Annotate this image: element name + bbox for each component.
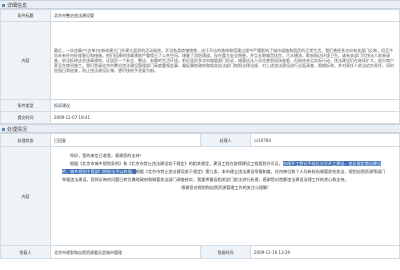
reply-time-label: 答复时间 [200, 245, 251, 259]
reply-greeting: 你好，您的来信已收悉，感谢您的支持！ [70, 153, 144, 158]
section-marker-icon [2, 127, 5, 131]
title-label: 条件标题 [0, 9, 51, 22]
status-value: 已回复 [50, 133, 201, 147]
title-value: 北京市整治违法建设管 [50, 9, 400, 22]
reply-dept-value: 北京市规划和自然资源委员会城市管理 [50, 245, 201, 259]
process-section-header: 处理情况 [0, 124, 400, 133]
submit-time-value: 2009-11-07 19:41 [50, 111, 400, 124]
reply-content-label: 内容 [0, 146, 51, 246]
status-label: 处理状态 [0, 133, 51, 147]
content-label: 内容 [0, 21, 51, 100]
submit-time-label: 提交时间 [0, 111, 51, 124]
process-section-title: 处理情况 [7, 127, 28, 133]
content-text: 最近，一伙违章户(名单)在新修建大门外建大面积的活动板房，开设各类商铺销售，由于… [50, 21, 400, 100]
reply-time-value: 2009-11-10 13:29 [250, 245, 400, 259]
reply-paragraph: 根据《北京市城乡规划条例》和《北京市禁止违法建设若干规定》的相关规定，建设工程在… [62, 160, 388, 184]
reply-paragraph-start: 根据《北京市城乡规划条例》和《北京市禁止违法建设若干规定》的相关规定，建设工程在… [70, 161, 283, 166]
detail-table: 条件标题 北京市整治违法建设管 内容 最近，一伙违章户(名单)在新修建大门外建大… [0, 9, 400, 124]
reply-body: 你好，您的来信已收悉，感谢您的支持！ 根据《北京市城乡规划条例》和《北京市禁止违… [50, 146, 400, 245]
handler-value: cs10784 [250, 133, 400, 147]
type-value: 投诉建议 [50, 99, 400, 112]
detail-section-header: 详细信息 [0, 0, 400, 9]
reply-thanks: 感谢您对规划和自然资源管理工作的关注与理解! [181, 185, 269, 190]
reply-dept-label: 答复人 [0, 245, 51, 259]
handler-label: 处理人 [200, 133, 251, 147]
type-label: 条件类型 [0, 99, 51, 112]
detail-section-title: 详细信息 [7, 3, 28, 9]
section-marker-icon [2, 3, 5, 7]
